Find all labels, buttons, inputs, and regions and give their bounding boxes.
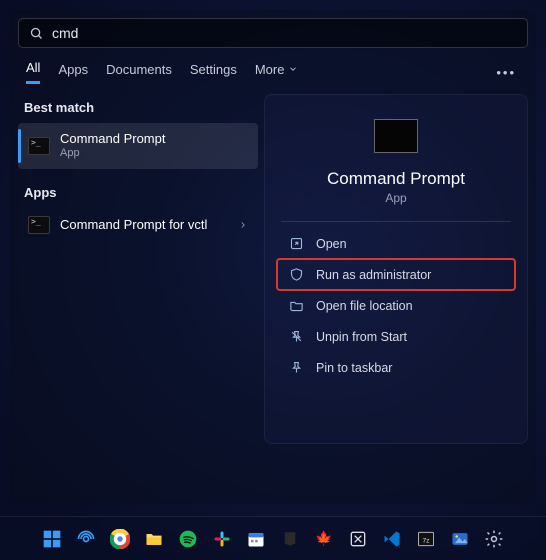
result-title: Command Prompt [60,131,165,147]
preview-pane: Command Prompt App Open Run as administr… [264,94,528,444]
result-command-prompt-vctl[interactable]: Command Prompt for vctl [18,208,258,242]
filter-tabs: All Apps Documents Settings More ••• [16,54,530,94]
taskbar-epic-icon[interactable] [277,526,303,552]
taskbar-game-icon[interactable]: 🍁 [311,526,337,552]
tab-settings[interactable]: Settings [190,62,237,83]
divider [281,221,511,222]
result-command-prompt[interactable]: Command Prompt App [18,123,258,169]
action-run-as-administrator[interactable]: Run as administrator [277,259,515,290]
cmd-icon [28,216,50,234]
apps-heading: Apps [18,179,258,208]
action-open[interactable]: Open [277,228,515,259]
action-pin-to-taskbar[interactable]: Pin to taskbar [277,352,515,383]
taskbar-settings-icon[interactable] [481,526,507,552]
action-label: Open [316,237,347,251]
taskbar-file-explorer-icon[interactable] [141,526,167,552]
taskbar-xbox-icon[interactable] [345,526,371,552]
chevron-down-icon [288,64,298,74]
taskbar-photos-icon[interactable] [447,526,473,552]
taskbar-chrome-icon[interactable] [107,526,133,552]
preview-app-icon [374,119,418,153]
taskbar-7zip-icon[interactable]: 7z [413,526,439,552]
tab-documents[interactable]: Documents [106,62,172,83]
tab-all[interactable]: All [26,60,40,84]
unpin-icon [289,329,304,344]
preview-title: Command Prompt [277,169,515,189]
tab-apps[interactable]: Apps [58,62,88,83]
more-options-button[interactable]: ••• [492,63,520,82]
taskbar-slack-icon[interactable] [209,526,235,552]
tab-more[interactable]: More [255,62,299,83]
taskbar-calendar-icon[interactable] [243,526,269,552]
folder-icon [289,298,304,313]
result-title: Command Prompt for vctl [60,217,207,233]
shield-icon [289,267,304,282]
taskbar-start-button[interactable] [39,526,65,552]
tab-more-label: More [255,62,285,77]
chevron-right-icon [238,218,248,233]
action-label: Open file location [316,299,413,313]
search-input[interactable] [52,25,517,41]
action-label: Pin to taskbar [316,361,392,375]
action-label: Unpin from Start [316,330,407,344]
pin-icon [289,360,304,375]
action-label: Run as administrator [316,268,431,282]
action-unpin-from-start[interactable]: Unpin from Start [277,321,515,352]
action-open-file-location[interactable]: Open file location [277,290,515,321]
open-icon [289,236,304,251]
taskbar-vscode-icon[interactable] [379,526,405,552]
search-icon [29,26,44,41]
cmd-icon [28,137,50,155]
best-match-heading: Best match [18,94,258,123]
result-subtitle: App [60,147,165,161]
svg-text:7z: 7z [422,537,429,544]
results-column: Best match Command Prompt App Apps Comma… [18,94,258,444]
search-box[interactable] [18,18,528,48]
taskbar-broadcast-icon[interactable] [73,526,99,552]
taskbar: 🍁 7z [0,516,546,560]
preview-subtitle: App [277,191,515,205]
start-search-panel: All Apps Documents Settings More ••• Bes… [10,10,536,504]
taskbar-spotify-icon[interactable] [175,526,201,552]
